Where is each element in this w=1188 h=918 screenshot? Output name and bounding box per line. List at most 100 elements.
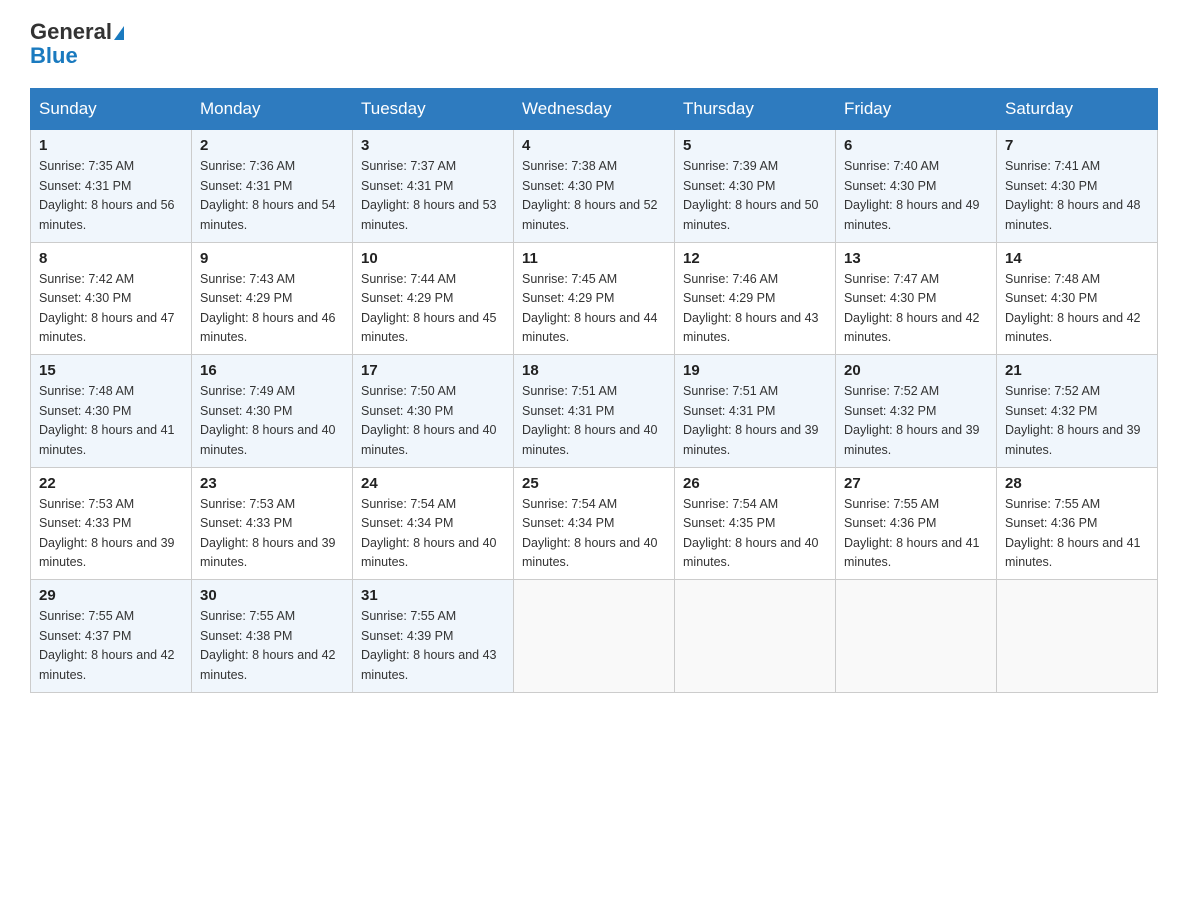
day-info: Sunrise: 7:51 AMSunset: 4:31 PMDaylight:… — [683, 382, 827, 460]
day-number: 28 — [1005, 475, 1149, 492]
logo-blue-text: Blue — [30, 43, 78, 68]
day-info: Sunrise: 7:52 AMSunset: 4:32 PMDaylight:… — [1005, 382, 1149, 460]
calendar-cell: 28 Sunrise: 7:55 AMSunset: 4:36 PMDaylig… — [997, 467, 1158, 580]
day-info: Sunrise: 7:51 AMSunset: 4:31 PMDaylight:… — [522, 382, 666, 460]
day-number: 24 — [361, 475, 505, 492]
calendar-cell: 24 Sunrise: 7:54 AMSunset: 4:34 PMDaylig… — [353, 467, 514, 580]
day-number: 5 — [683, 137, 827, 154]
calendar-cell: 25 Sunrise: 7:54 AMSunset: 4:34 PMDaylig… — [514, 467, 675, 580]
day-number: 1 — [39, 137, 183, 154]
calendar-cell: 8 Sunrise: 7:42 AMSunset: 4:30 PMDayligh… — [31, 242, 192, 355]
day-number: 16 — [200, 362, 344, 379]
calendar-cell: 2 Sunrise: 7:36 AMSunset: 4:31 PMDayligh… — [192, 130, 353, 243]
day-number: 15 — [39, 362, 183, 379]
day-info: Sunrise: 7:48 AMSunset: 4:30 PMDaylight:… — [1005, 270, 1149, 348]
calendar-cell: 18 Sunrise: 7:51 AMSunset: 4:31 PMDaylig… — [514, 355, 675, 468]
day-info: Sunrise: 7:50 AMSunset: 4:30 PMDaylight:… — [361, 382, 505, 460]
day-number: 6 — [844, 137, 988, 154]
day-number: 27 — [844, 475, 988, 492]
day-info: Sunrise: 7:55 AMSunset: 4:39 PMDaylight:… — [361, 607, 505, 685]
day-info: Sunrise: 7:43 AMSunset: 4:29 PMDaylight:… — [200, 270, 344, 348]
calendar-cell: 6 Sunrise: 7:40 AMSunset: 4:30 PMDayligh… — [836, 130, 997, 243]
weekday-header-tuesday: Tuesday — [353, 89, 514, 130]
day-number: 7 — [1005, 137, 1149, 154]
day-info: Sunrise: 7:40 AMSunset: 4:30 PMDaylight:… — [844, 157, 988, 235]
calendar-table: SundayMondayTuesdayWednesdayThursdayFrid… — [30, 88, 1158, 693]
calendar-cell: 17 Sunrise: 7:50 AMSunset: 4:30 PMDaylig… — [353, 355, 514, 468]
weekday-header-wednesday: Wednesday — [514, 89, 675, 130]
day-number: 3 — [361, 137, 505, 154]
calendar-cell: 16 Sunrise: 7:49 AMSunset: 4:30 PMDaylig… — [192, 355, 353, 468]
calendar-cell — [836, 580, 997, 693]
day-info: Sunrise: 7:49 AMSunset: 4:30 PMDaylight:… — [200, 382, 344, 460]
day-number: 21 — [1005, 362, 1149, 379]
calendar-cell — [675, 580, 836, 693]
calendar-cell: 7 Sunrise: 7:41 AMSunset: 4:30 PMDayligh… — [997, 130, 1158, 243]
header-row: SundayMondayTuesdayWednesdayThursdayFrid… — [31, 89, 1158, 130]
calendar-cell: 26 Sunrise: 7:54 AMSunset: 4:35 PMDaylig… — [675, 467, 836, 580]
calendar-week-row: 8 Sunrise: 7:42 AMSunset: 4:30 PMDayligh… — [31, 242, 1158, 355]
calendar-week-row: 29 Sunrise: 7:55 AMSunset: 4:37 PMDaylig… — [31, 580, 1158, 693]
day-number: 31 — [361, 587, 505, 604]
day-number: 4 — [522, 137, 666, 154]
logo-general-text: General — [30, 19, 112, 44]
day-info: Sunrise: 7:44 AMSunset: 4:29 PMDaylight:… — [361, 270, 505, 348]
logo: General Blue — [30, 20, 124, 68]
calendar-week-row: 15 Sunrise: 7:48 AMSunset: 4:30 PMDaylig… — [31, 355, 1158, 468]
day-number: 11 — [522, 250, 666, 267]
calendar-cell: 31 Sunrise: 7:55 AMSunset: 4:39 PMDaylig… — [353, 580, 514, 693]
calendar-cell: 4 Sunrise: 7:38 AMSunset: 4:30 PMDayligh… — [514, 130, 675, 243]
day-info: Sunrise: 7:55 AMSunset: 4:37 PMDaylight:… — [39, 607, 183, 685]
calendar-cell: 23 Sunrise: 7:53 AMSunset: 4:33 PMDaylig… — [192, 467, 353, 580]
day-number: 10 — [361, 250, 505, 267]
calendar-cell: 20 Sunrise: 7:52 AMSunset: 4:32 PMDaylig… — [836, 355, 997, 468]
day-number: 30 — [200, 587, 344, 604]
day-info: Sunrise: 7:39 AMSunset: 4:30 PMDaylight:… — [683, 157, 827, 235]
calendar-week-row: 22 Sunrise: 7:53 AMSunset: 4:33 PMDaylig… — [31, 467, 1158, 580]
day-info: Sunrise: 7:46 AMSunset: 4:29 PMDaylight:… — [683, 270, 827, 348]
weekday-header-friday: Friday — [836, 89, 997, 130]
calendar-cell — [514, 580, 675, 693]
calendar-cell: 3 Sunrise: 7:37 AMSunset: 4:31 PMDayligh… — [353, 130, 514, 243]
weekday-header-saturday: Saturday — [997, 89, 1158, 130]
calendar-cell: 27 Sunrise: 7:55 AMSunset: 4:36 PMDaylig… — [836, 467, 997, 580]
day-info: Sunrise: 7:42 AMSunset: 4:30 PMDaylight:… — [39, 270, 183, 348]
calendar-cell: 12 Sunrise: 7:46 AMSunset: 4:29 PMDaylig… — [675, 242, 836, 355]
weekday-header-sunday: Sunday — [31, 89, 192, 130]
calendar-week-row: 1 Sunrise: 7:35 AMSunset: 4:31 PMDayligh… — [31, 130, 1158, 243]
day-info: Sunrise: 7:45 AMSunset: 4:29 PMDaylight:… — [522, 270, 666, 348]
calendar-cell: 13 Sunrise: 7:47 AMSunset: 4:30 PMDaylig… — [836, 242, 997, 355]
day-info: Sunrise: 7:52 AMSunset: 4:32 PMDaylight:… — [844, 382, 988, 460]
day-info: Sunrise: 7:54 AMSunset: 4:34 PMDaylight:… — [522, 495, 666, 573]
calendar-cell: 30 Sunrise: 7:55 AMSunset: 4:38 PMDaylig… — [192, 580, 353, 693]
weekday-header-monday: Monday — [192, 89, 353, 130]
day-number: 8 — [39, 250, 183, 267]
day-number: 2 — [200, 137, 344, 154]
day-number: 18 — [522, 362, 666, 379]
day-number: 14 — [1005, 250, 1149, 267]
calendar-cell — [997, 580, 1158, 693]
calendar-cell: 29 Sunrise: 7:55 AMSunset: 4:37 PMDaylig… — [31, 580, 192, 693]
day-number: 12 — [683, 250, 827, 267]
weekday-header-thursday: Thursday — [675, 89, 836, 130]
day-info: Sunrise: 7:35 AMSunset: 4:31 PMDaylight:… — [39, 157, 183, 235]
calendar-cell: 19 Sunrise: 7:51 AMSunset: 4:31 PMDaylig… — [675, 355, 836, 468]
day-number: 29 — [39, 587, 183, 604]
day-info: Sunrise: 7:41 AMSunset: 4:30 PMDaylight:… — [1005, 157, 1149, 235]
day-number: 13 — [844, 250, 988, 267]
day-number: 26 — [683, 475, 827, 492]
day-number: 9 — [200, 250, 344, 267]
calendar-cell: 11 Sunrise: 7:45 AMSunset: 4:29 PMDaylig… — [514, 242, 675, 355]
day-info: Sunrise: 7:55 AMSunset: 4:38 PMDaylight:… — [200, 607, 344, 685]
day-number: 23 — [200, 475, 344, 492]
calendar-cell: 1 Sunrise: 7:35 AMSunset: 4:31 PMDayligh… — [31, 130, 192, 243]
day-number: 17 — [361, 362, 505, 379]
day-info: Sunrise: 7:54 AMSunset: 4:34 PMDaylight:… — [361, 495, 505, 573]
day-number: 20 — [844, 362, 988, 379]
day-info: Sunrise: 7:53 AMSunset: 4:33 PMDaylight:… — [200, 495, 344, 573]
day-number: 19 — [683, 362, 827, 379]
day-info: Sunrise: 7:38 AMSunset: 4:30 PMDaylight:… — [522, 157, 666, 235]
day-number: 22 — [39, 475, 183, 492]
calendar-cell: 15 Sunrise: 7:48 AMSunset: 4:30 PMDaylig… — [31, 355, 192, 468]
calendar-cell: 10 Sunrise: 7:44 AMSunset: 4:29 PMDaylig… — [353, 242, 514, 355]
